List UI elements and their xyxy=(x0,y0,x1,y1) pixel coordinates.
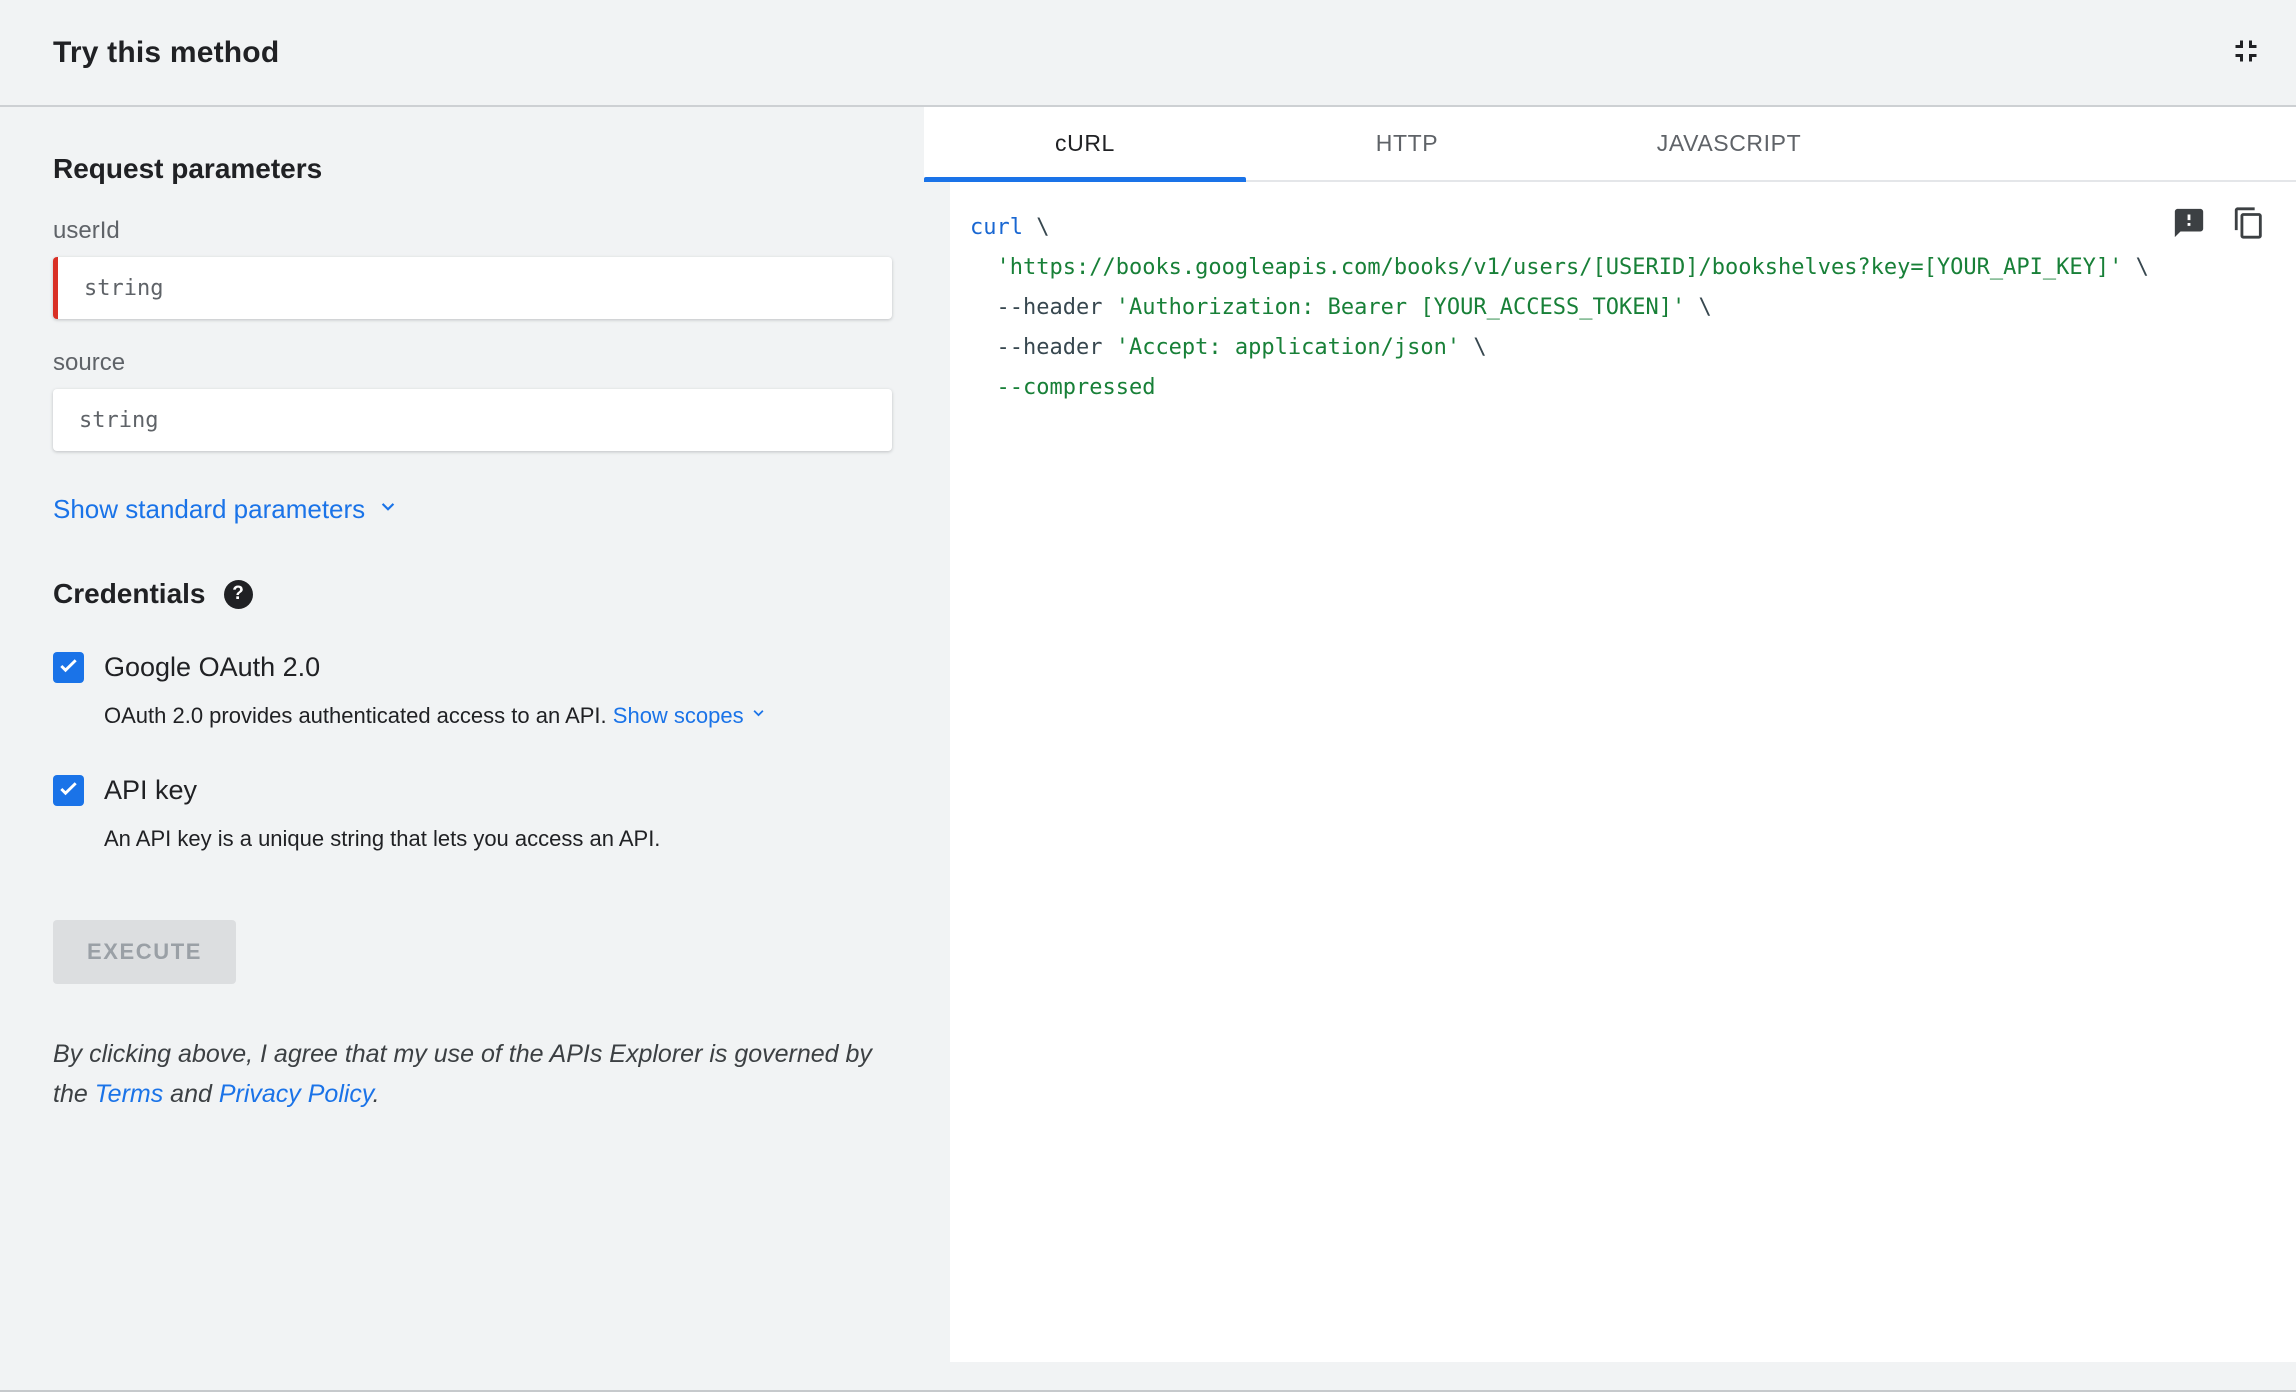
oauth-description-text: OAuth 2.0 provides authenticated access … xyxy=(104,703,607,728)
code-token: 'Accept: application/json' xyxy=(1115,335,1461,360)
code-line: --header 'Accept: application/json' \ xyxy=(970,328,2266,368)
code-line: 'https://books.googleapis.com/books/v1/u… xyxy=(970,248,2266,288)
source-input[interactable] xyxy=(53,389,892,451)
apikey-checkbox[interactable] xyxy=(53,775,84,806)
credentials-heading-row: Credentials ? xyxy=(53,578,892,610)
userid-input[interactable] xyxy=(53,257,892,319)
code-token: \ xyxy=(1685,295,1712,320)
apikey-credential-row: API key xyxy=(53,775,892,806)
code-token: \ xyxy=(2122,255,2149,280)
code-line: --compressed xyxy=(970,368,2266,408)
show-standard-parameters-link[interactable]: Show standard parameters xyxy=(53,493,401,526)
help-icon[interactable]: ? xyxy=(223,579,253,609)
collapse-button[interactable] xyxy=(2222,27,2270,78)
apikey-label: API key xyxy=(104,775,198,805)
code-tabs: cURL HTTP JAVASCRIPT xyxy=(924,107,2296,182)
chevron-down-icon xyxy=(375,493,401,526)
try-this-method-dialog: Try this method Request parameters userI… xyxy=(0,0,2296,1392)
disclaimer-text: By clicking above, I agree that my use o… xyxy=(53,1034,898,1114)
code-block: curl \ 'https://books.googleapis.com/boo… xyxy=(970,208,2266,408)
code-token: --header xyxy=(970,335,1116,360)
code-token: 'https://books.googleapis.com/books/v1/u… xyxy=(996,255,2123,280)
tab-javascript[interactable]: JAVASCRIPT xyxy=(1568,107,1890,180)
source-label: source xyxy=(53,349,126,376)
request-parameters-heading: Request parameters xyxy=(53,153,323,184)
tab-http[interactable]: HTTP xyxy=(1246,107,1568,180)
tab-curl[interactable]: cURL xyxy=(924,107,1246,182)
code-line: curl \ xyxy=(970,208,2266,248)
execute-button[interactable]: EXECUTE xyxy=(53,920,236,984)
oauth-checkbox[interactable] xyxy=(53,652,84,683)
check-icon xyxy=(57,654,80,682)
request-panel: Request parameters userId source Show st… xyxy=(0,107,924,1390)
dialog-header: Try this method xyxy=(0,0,2296,107)
userid-label: userId xyxy=(53,217,120,244)
code-token: curl xyxy=(970,215,1023,240)
copy-icon xyxy=(2232,206,2266,243)
disclaimer-part3: . xyxy=(372,1080,380,1108)
fullscreen-exit-icon xyxy=(2228,33,2264,72)
oauth-description: OAuth 2.0 provides authenticated access … xyxy=(104,701,892,731)
code-token: \ xyxy=(1460,335,1487,360)
apikey-description: An API key is a unique string that lets … xyxy=(104,826,661,851)
terms-link[interactable]: Terms xyxy=(95,1080,164,1108)
show-standard-parameters-label: Show standard parameters xyxy=(53,494,366,524)
code-token: 'Authorization: Bearer [YOUR_ACCESS_TOKE… xyxy=(1115,295,1686,320)
feedback-icon xyxy=(2172,206,2206,243)
code-line: --header 'Authorization: Bearer [YOUR_AC… xyxy=(970,288,2266,328)
privacy-policy-link[interactable]: Privacy Policy xyxy=(219,1080,373,1108)
code-token: --header xyxy=(970,295,1116,320)
chevron-down-icon xyxy=(748,701,769,731)
show-scopes-link[interactable]: Show scopes xyxy=(613,701,769,731)
code-surface: curl \ 'https://books.googleapis.com/boo… xyxy=(950,182,2296,1362)
oauth-label: Google OAuth 2.0 xyxy=(104,652,321,682)
check-icon xyxy=(57,777,80,805)
credentials-heading: Credentials xyxy=(53,578,206,609)
feedback-button[interactable] xyxy=(2166,200,2212,249)
oauth-credential-row: Google OAuth 2.0 xyxy=(53,652,892,683)
disclaimer-part2: and xyxy=(163,1080,219,1108)
dialog-body: Request parameters userId source Show st… xyxy=(0,107,2296,1390)
dialog-title: Try this method xyxy=(53,35,280,69)
code-panel: cURL HTTP JAVASCRIPT curl \ 'https://boo… xyxy=(924,107,2296,1390)
copy-code-button[interactable] xyxy=(2226,200,2272,249)
show-scopes-label: Show scopes xyxy=(612,703,744,728)
code-area: curl \ 'https://books.googleapis.com/boo… xyxy=(924,182,2296,1390)
code-token: --compressed xyxy=(996,375,1156,400)
code-actions xyxy=(2166,200,2272,249)
code-token: \ xyxy=(1022,215,1050,240)
